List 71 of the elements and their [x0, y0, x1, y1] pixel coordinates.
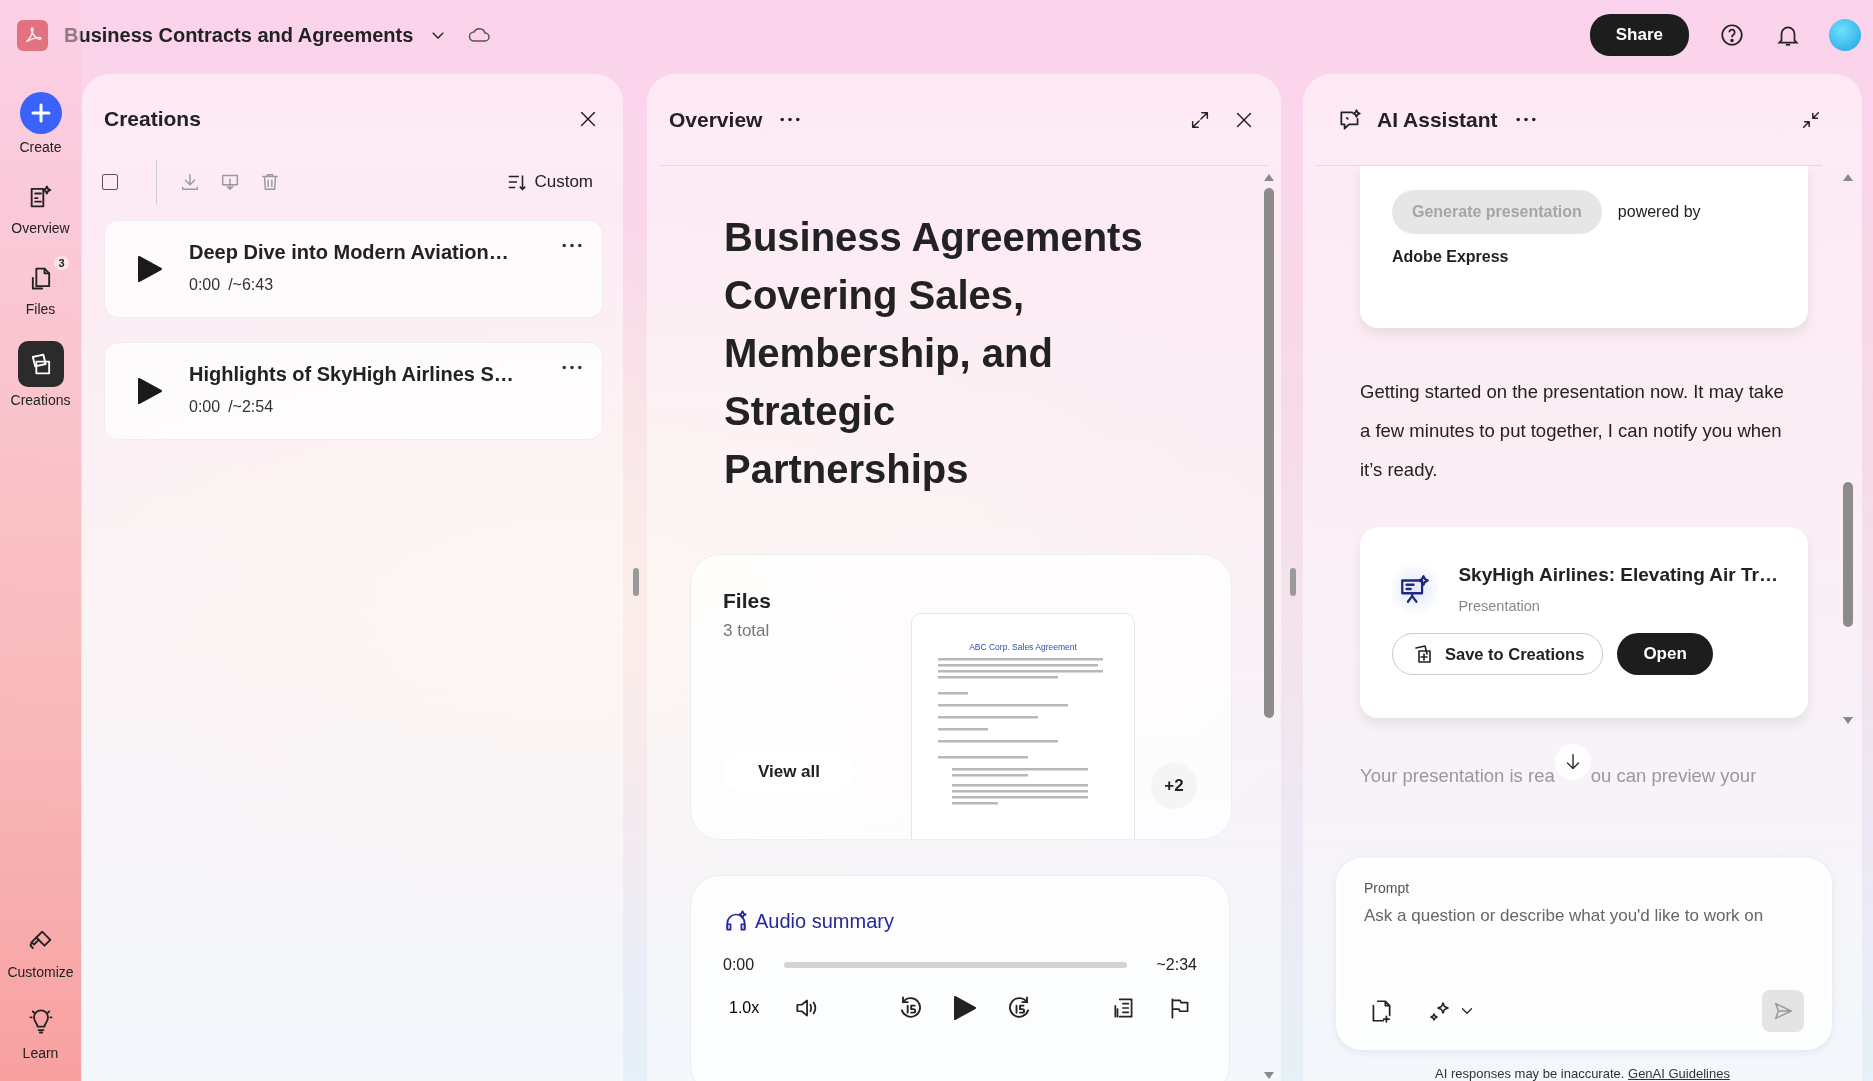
scroll-up-icon[interactable]: [1263, 172, 1275, 182]
send-icon: [1772, 1000, 1794, 1022]
current-time: 0:00: [723, 956, 755, 974]
chat-sparkle-icon: [1337, 106, 1363, 133]
select-all-checkbox[interactable]: [102, 174, 118, 190]
time-text: 0:00: [189, 397, 221, 416]
message-text: ou can preview your: [1590, 765, 1757, 787]
provider-name: Adobe Express: [1392, 248, 1510, 266]
count-badge: 3: [54, 256, 69, 270]
document-title: Business Contracts and Agreements: [64, 23, 414, 47]
send-button[interactable]: [1762, 990, 1804, 1032]
sparkle-icon: [1428, 999, 1452, 1023]
download-icon: [179, 171, 201, 193]
share-button[interactable]: Share: [1589, 14, 1689, 56]
more-files-count[interactable]: +2: [1151, 763, 1197, 809]
progress-track[interactable]: [784, 962, 1127, 968]
scroll-down-button[interactable]: [1554, 744, 1591, 780]
plus-icon: [19, 92, 62, 134]
panel-title: Creations: [104, 107, 201, 131]
panel-title: Overview: [669, 107, 763, 132]
resize-handle[interactable]: [1290, 568, 1296, 596]
more-icon: [562, 243, 582, 248]
presentation-type: Presentation: [1458, 598, 1541, 614]
scroll-down-icon[interactable]: [1263, 1071, 1275, 1081]
headphones-sparkle-icon: [723, 908, 749, 934]
scroll-down-icon[interactable]: [1842, 716, 1854, 726]
rail-button[interactable]: Overview: [0, 175, 82, 236]
rail-button[interactable]: Files 3: [10, 256, 71, 317]
resize-handle[interactable]: [633, 568, 639, 596]
duration-text: /~2:54: [228, 397, 274, 416]
guidelines-link[interactable]: GenAI Guidelines: [1628, 1066, 1730, 1081]
prompt-input[interactable]: Ask a question or describe what you'd like to work on: [1364, 906, 1804, 926]
audio-summary-title: Audio summary: [755, 909, 894, 933]
document-title: ABC Corp. Sales Agreement: [969, 642, 1077, 652]
trash-icon: [259, 171, 281, 193]
speed-button[interactable]: 1.0x: [723, 999, 766, 1017]
play-button[interactable]: [137, 255, 163, 283]
rail-button[interactable]: Create: [7, 88, 74, 155]
total-time: ~2:34: [1156, 956, 1197, 974]
audio-title: Highlights of SkyHigh Airlines S…: [189, 362, 515, 386]
duration-text: /~6:43: [228, 275, 274, 294]
assistant-message: Getting started on the presentation now. It may take a few minutes to put together, I can notify you when it’s ready.: [1360, 380, 1785, 482]
play-button[interactable]: [137, 377, 163, 405]
file-count: 3 total: [723, 621, 771, 641]
sort-button[interactable]: Custom: [500, 170, 599, 194]
audio-card[interactable]: Highlights of SkyHigh Airlines S… 0:00 /~2:54: [104, 342, 603, 440]
more-button[interactable]: [560, 363, 584, 372]
audio-title: Deep Dive into Modern Aviation…: [189, 240, 510, 264]
panel-title: AI Assistant: [1377, 107, 1498, 132]
more-button[interactable]: [560, 241, 584, 250]
rail-button[interactable]: Creations: [0, 337, 83, 408]
scrollbar-thumb[interactable]: [1843, 482, 1853, 627]
save-to-creations-button[interactable]: Save to Creations: [1392, 633, 1604, 675]
card-title: Files: [723, 589, 772, 613]
more-icon: [1515, 117, 1536, 122]
powered-by-text: powered by: [1617, 203, 1701, 221]
overview-heading: Business Agreements Covering Sales, Membership, and Strategic Partnerships: [724, 214, 1144, 493]
more-icon: [562, 365, 582, 370]
prompt-label: Prompt: [1364, 880, 1411, 896]
rail-button[interactable]: Learn: [10, 1000, 71, 1061]
scrollbar-thumb[interactable]: [1264, 188, 1274, 718]
more-icon: [780, 117, 801, 122]
presentation-title: SkyHigh Airlines: Elevating Air Tr…: [1458, 564, 1778, 586]
message-text: Your presentation is rea: [1360, 765, 1555, 787]
rail-button[interactable]: Customize: [0, 919, 86, 980]
time-text: 0:00: [189, 275, 221, 294]
audio-card[interactable]: Deep Dive into Modern Aviation… 0:00 /~6:43: [104, 220, 603, 318]
document-thumbnail[interactable]: ABC Corp. Sales Agreement: [911, 613, 1135, 839]
open-button[interactable]: Open: [1617, 633, 1713, 675]
disclaimer-text: AI responses may be inaccurate.: [1435, 1066, 1625, 1081]
scroll-up-icon[interactable]: [1842, 172, 1854, 182]
